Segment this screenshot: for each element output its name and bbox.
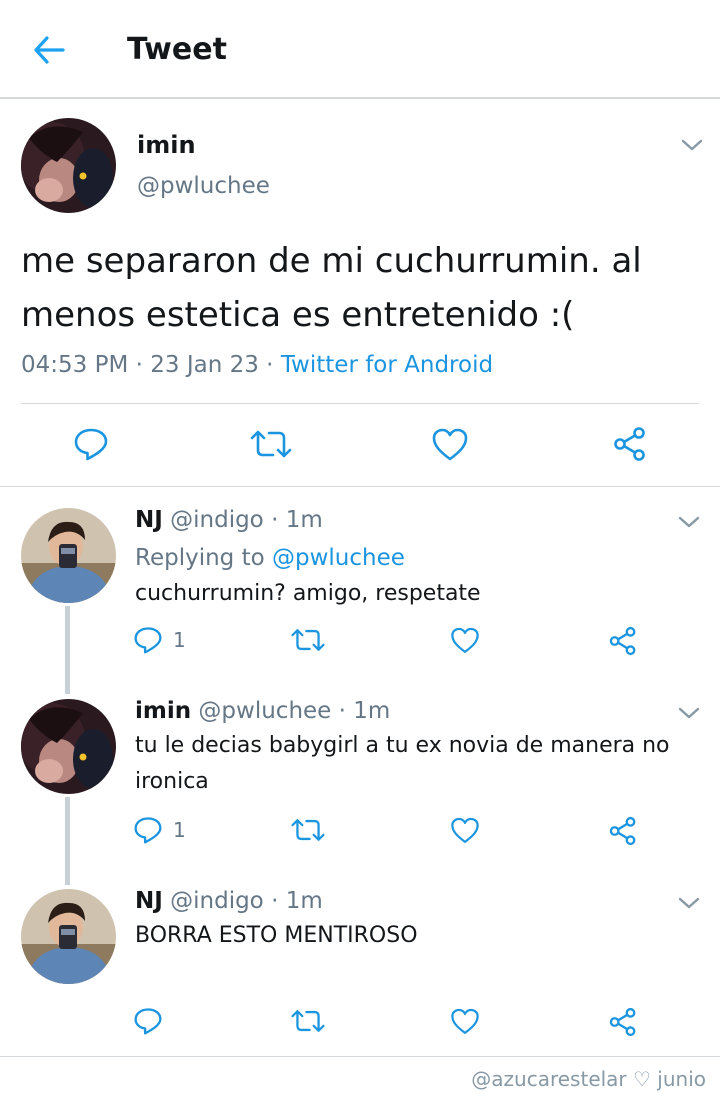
reply-time: 1m xyxy=(285,888,323,914)
reply-header: imin @pwluchee · 1m xyxy=(135,696,390,726)
author-handle[interactable]: @pwluchee xyxy=(137,171,270,201)
tweet-source-link[interactable]: Twitter for Android xyxy=(281,352,493,378)
share-icon xyxy=(609,1007,636,1037)
page-title: Tweet xyxy=(127,32,227,67)
retweet-icon xyxy=(291,1010,325,1032)
retweet-button[interactable] xyxy=(290,627,326,653)
reply-button[interactable]: 1 xyxy=(133,816,186,844)
share-button[interactable] xyxy=(608,626,638,656)
divider xyxy=(0,1056,720,1057)
divider xyxy=(0,486,720,487)
thread-line xyxy=(65,606,70,694)
reply-time: 1m xyxy=(353,698,391,724)
chevron-down-icon xyxy=(678,516,700,528)
reply-author-name[interactable]: imin xyxy=(135,698,191,724)
share-button[interactable] xyxy=(608,1007,638,1037)
more-options-button[interactable] xyxy=(677,514,701,530)
retweet-icon xyxy=(291,819,325,841)
tweet-actions xyxy=(0,420,720,468)
like-button[interactable] xyxy=(430,426,470,462)
share-icon xyxy=(609,816,636,846)
reply-icon xyxy=(134,1008,162,1035)
back-button[interactable] xyxy=(28,29,70,71)
chevron-down-icon xyxy=(681,139,703,151)
avatar[interactable] xyxy=(21,508,116,603)
avatar[interactable] xyxy=(21,889,116,984)
share-button[interactable] xyxy=(610,426,650,462)
reply-time: 1m xyxy=(285,507,323,533)
avatar[interactable] xyxy=(21,699,116,794)
reply-text: cuchurrumin? amigo, respetate xyxy=(135,581,481,606)
retweet-button[interactable] xyxy=(290,817,326,843)
reply-count: 1 xyxy=(173,628,186,652)
reply-header: NJ @indigo · 1m xyxy=(135,886,323,916)
meta-separator: · xyxy=(263,888,286,914)
heart-icon xyxy=(432,428,468,461)
tweet-text: me separaron de mi cuchurrumin. al menos… xyxy=(21,241,642,335)
reply-button[interactable] xyxy=(72,426,110,462)
reply-author-handle[interactable]: @indigo xyxy=(170,507,264,533)
tweet-time: 04:53 PM xyxy=(21,352,129,378)
arrow-left-icon xyxy=(34,36,65,64)
heart-icon xyxy=(451,627,479,653)
watermark: @azucarestelar ♡ junio xyxy=(471,1067,706,1091)
more-options-button[interactable] xyxy=(680,137,704,153)
divider xyxy=(21,403,699,404)
chevron-down-icon xyxy=(678,707,700,719)
like-button[interactable] xyxy=(450,816,480,844)
reply-author-name[interactable]: NJ xyxy=(135,888,163,914)
meta-separator: · xyxy=(331,698,354,724)
more-options-button[interactable] xyxy=(677,895,701,911)
replying-to: Replying to @pwluchee xyxy=(135,543,405,573)
replying-to-link[interactable]: @pwluchee xyxy=(272,545,405,571)
reply-button[interactable] xyxy=(133,1007,163,1035)
tweet-meta: 04:53 PM · 23 Jan 23 · Twitter for Andro… xyxy=(21,350,493,380)
share-button[interactable] xyxy=(608,816,638,846)
author-name[interactable]: imin xyxy=(137,130,196,160)
retweet-icon xyxy=(250,430,292,458)
reply-icon xyxy=(134,817,162,844)
thread-line xyxy=(65,797,70,885)
meta-separator: · xyxy=(263,507,286,533)
share-icon xyxy=(609,626,636,656)
reply-count: 1 xyxy=(173,818,186,842)
reply-author-handle[interactable]: @indigo xyxy=(170,888,264,914)
meta-separator: · xyxy=(128,352,151,378)
replying-to-prefix: Replying to xyxy=(135,545,272,571)
share-icon xyxy=(614,427,645,461)
heart-icon xyxy=(451,1008,479,1034)
tweet-date: 23 Jan 23 xyxy=(150,352,259,378)
more-options-button[interactable] xyxy=(677,705,701,721)
top-bar: Tweet xyxy=(0,0,720,99)
heart-icon xyxy=(451,817,479,843)
reply-header: NJ @indigo · 1m xyxy=(135,505,323,535)
like-button[interactable] xyxy=(450,626,480,654)
chevron-down-icon xyxy=(678,897,700,909)
reply-author-handle[interactable]: @pwluchee xyxy=(198,698,331,724)
reply-text: BORRA ESTO MENTIROSO xyxy=(135,923,418,948)
reply-text: tu le decias babygirl a tu ex novia de m… xyxy=(135,733,670,794)
retweet-button[interactable] xyxy=(290,1008,326,1034)
meta-separator: · xyxy=(258,352,281,378)
reply-icon xyxy=(74,428,108,461)
retweet-button[interactable] xyxy=(248,426,294,462)
reply-author-name[interactable]: NJ xyxy=(135,507,163,533)
reply-button[interactable]: 1 xyxy=(133,626,186,654)
avatar[interactable] xyxy=(21,118,116,213)
retweet-icon xyxy=(291,629,325,651)
reply-icon xyxy=(134,627,162,654)
like-button[interactable] xyxy=(450,1007,480,1035)
